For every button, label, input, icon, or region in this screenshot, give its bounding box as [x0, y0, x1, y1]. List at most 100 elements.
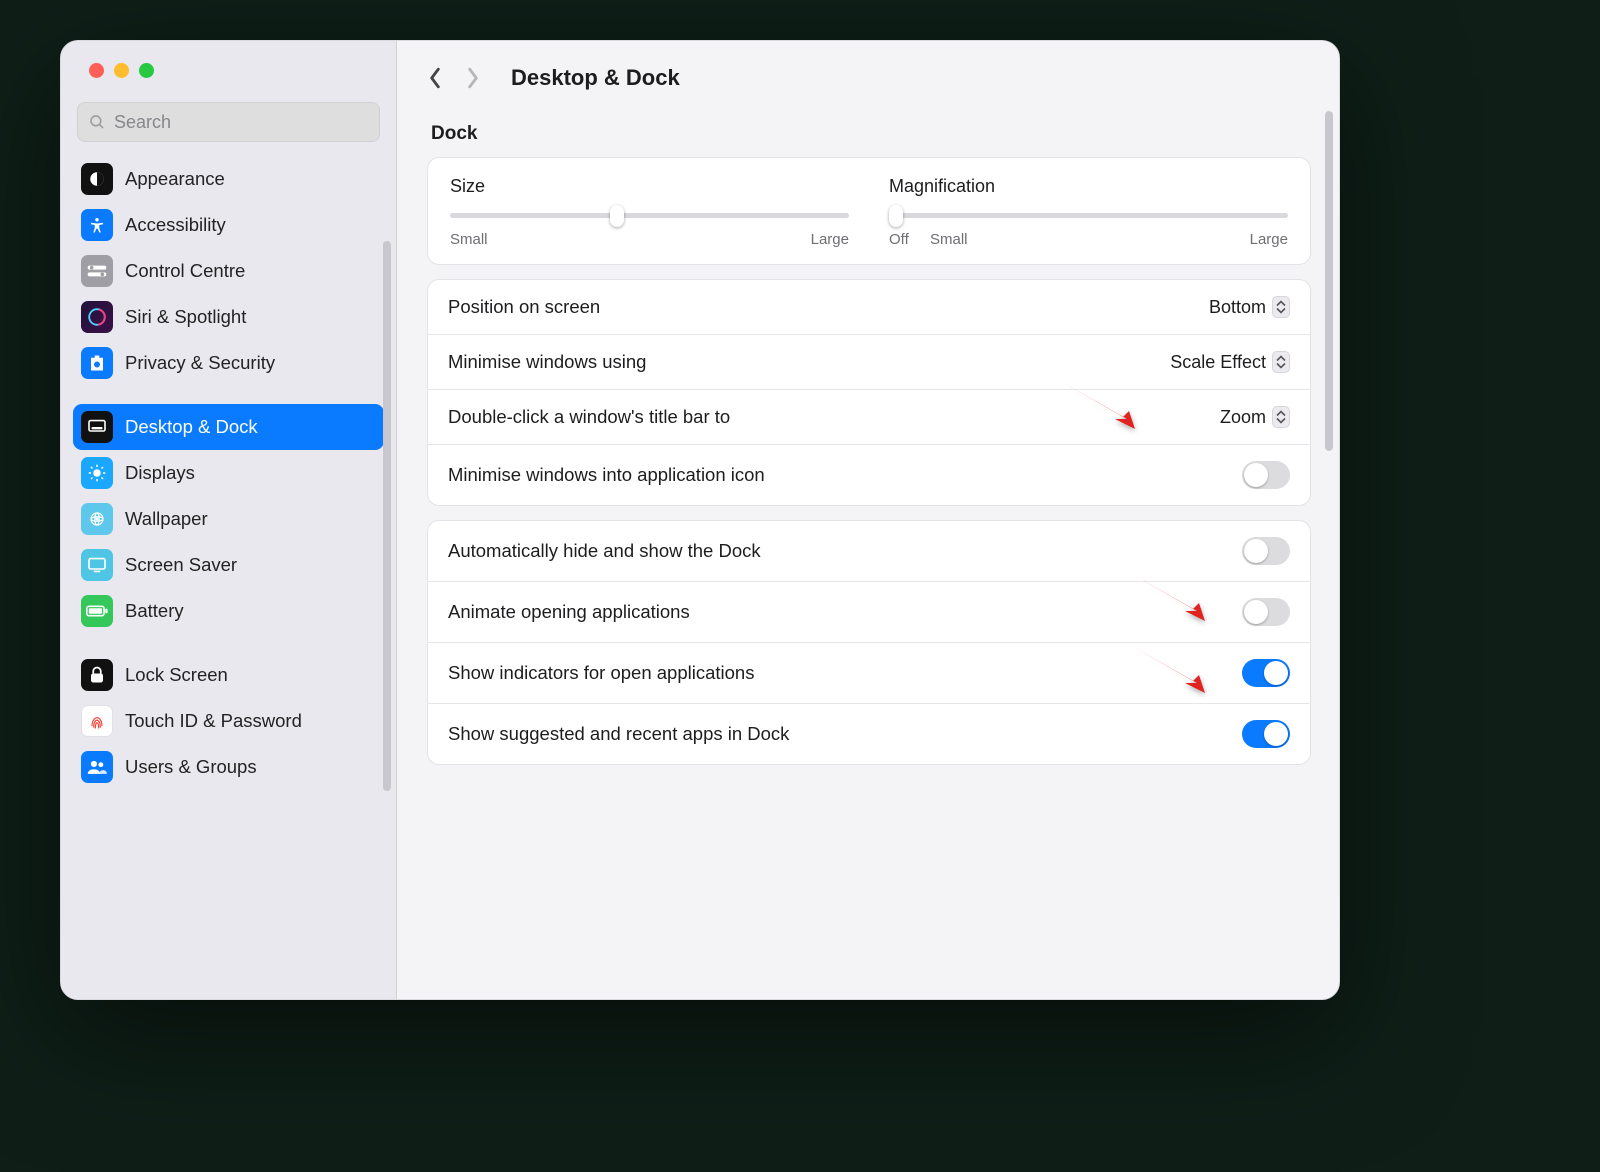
minimise-using-popup[interactable]: Scale Effect [1170, 351, 1290, 373]
magnification-slider-title: Magnification [889, 176, 1288, 197]
magnification-slider-group: Magnification Off Small Large [889, 176, 1288, 248]
sidebar-item-wallpaper[interactable]: Wallpaper [73, 496, 384, 542]
close-button[interactable] [89, 63, 104, 78]
row-show-recent: Show suggested and recent apps in Dock [428, 703, 1310, 764]
sidebar-item-displays[interactable]: Displays [73, 450, 384, 496]
nav-forward-button[interactable] [463, 68, 483, 88]
size-max-label: Large [811, 231, 849, 248]
row-label: Show suggested and recent apps in Dock [448, 723, 789, 745]
double-click-popup[interactable]: Zoom [1220, 406, 1290, 428]
battery-icon [81, 595, 113, 627]
row-show-indicators: Show indicators for open applications [428, 642, 1310, 703]
page-title: Desktop & Dock [511, 65, 680, 91]
sidebar-item-label: Desktop & Dock [125, 416, 258, 438]
position-popup[interactable]: Bottom [1209, 296, 1290, 318]
size-slider[interactable] [450, 203, 849, 227]
magnification-max-label: Large [1250, 231, 1288, 248]
sidebar-item-screen-saver[interactable]: Screen Saver [73, 542, 384, 588]
sidebar-nav: Appearance Accessibility Control Centre [61, 156, 396, 790]
sidebar-item-privacy-security[interactable]: Privacy & Security [73, 340, 384, 386]
main-header: Desktop & Dock [397, 41, 1339, 103]
sidebar-item-accessibility[interactable]: Accessibility [73, 202, 384, 248]
system-settings-window: Search Appearance Accessibility [60, 40, 1340, 1000]
users-groups-icon [81, 751, 113, 783]
search-placeholder: Search [114, 112, 171, 133]
sidebar-scrollbar[interactable] [383, 241, 391, 791]
sidebar-item-desktop-dock[interactable]: Desktop & Dock [73, 404, 384, 450]
updown-icon [1272, 296, 1290, 318]
animate-opening-switch[interactable] [1242, 598, 1290, 626]
sidebar: Search Appearance Accessibility [61, 41, 397, 999]
sidebar-item-label: Privacy & Security [125, 352, 275, 374]
row-label: Automatically hide and show the Dock [448, 540, 761, 562]
content-scrollbar[interactable] [1325, 111, 1333, 451]
row-label: Position on screen [448, 296, 600, 318]
content: Dock Size Small Large M [397, 103, 1339, 999]
row-position-on-screen: Position on screen Bottom [428, 280, 1310, 334]
sidebar-item-battery[interactable]: Battery [73, 588, 384, 634]
desktop-dock-icon [81, 411, 113, 443]
sidebar-item-label: Control Centre [125, 260, 245, 282]
sidebar-item-label: Screen Saver [125, 554, 237, 576]
popup-value: Bottom [1209, 297, 1266, 318]
sidebar-item-label: Lock Screen [125, 664, 228, 686]
sidebar-item-appearance[interactable]: Appearance [73, 156, 384, 202]
control-centre-icon [81, 255, 113, 287]
row-double-click: Double-click a window's title bar to Zoo… [428, 389, 1310, 444]
magnification-min-label: Small [930, 231, 968, 248]
row-label: Minimise windows using [448, 351, 646, 373]
auto-hide-switch[interactable] [1242, 537, 1290, 565]
sidebar-item-label: Appearance [125, 168, 225, 190]
sidebar-item-label: Displays [125, 462, 195, 484]
magnification-slider[interactable] [889, 203, 1288, 227]
privacy-icon [81, 347, 113, 379]
nav-back-button[interactable] [425, 68, 445, 88]
row-auto-hide: Automatically hide and show the Dock [428, 521, 1310, 581]
updown-icon [1272, 406, 1290, 428]
sidebar-item-label: Users & Groups [125, 756, 257, 778]
popup-value: Zoom [1220, 407, 1266, 428]
size-min-label: Small [450, 231, 488, 248]
search-field[interactable]: Search [77, 102, 380, 142]
show-recent-switch[interactable] [1242, 720, 1290, 748]
popup-value: Scale Effect [1170, 352, 1266, 373]
window-controls [61, 41, 396, 78]
sidebar-item-siri-spotlight[interactable]: Siri & Spotlight [73, 294, 384, 340]
sidebar-item-label: Touch ID & Password [125, 710, 302, 732]
screen-saver-icon [81, 549, 113, 581]
size-slider-group: Size Small Large [450, 176, 849, 248]
siri-icon [81, 301, 113, 333]
row-animate-opening: Animate opening applications [428, 581, 1310, 642]
row-minimise-using: Minimise windows using Scale Effect [428, 334, 1310, 389]
wallpaper-icon [81, 503, 113, 535]
search-icon [88, 113, 106, 131]
sidebar-item-label: Siri & Spotlight [125, 306, 246, 328]
displays-icon [81, 457, 113, 489]
magnification-off-label: Off [889, 231, 909, 248]
size-slider-title: Size [450, 176, 849, 197]
minimise-into-icon-switch[interactable] [1242, 461, 1290, 489]
appearance-icon [81, 163, 113, 195]
main-pane: Desktop & Dock Dock Size Small Large [397, 41, 1339, 999]
show-indicators-switch[interactable] [1242, 659, 1290, 687]
dock-options-b-card: Automatically hide and show the Dock Ani… [427, 520, 1311, 765]
minimize-button[interactable] [114, 63, 129, 78]
row-label: Double-click a window's title bar to [448, 406, 730, 428]
row-label: Show indicators for open applications [448, 662, 754, 684]
sidebar-item-lock-screen[interactable]: Lock Screen [73, 652, 384, 698]
lock-screen-icon [81, 659, 113, 691]
row-minimise-into-icon: Minimise windows into application icon [428, 444, 1310, 505]
zoom-button[interactable] [139, 63, 154, 78]
sidebar-item-control-centre[interactable]: Control Centre [73, 248, 384, 294]
updown-icon [1272, 351, 1290, 373]
dock-options-a-card: Position on screen Bottom Minimise windo… [427, 279, 1311, 506]
row-label: Minimise windows into application icon [448, 464, 765, 486]
sidebar-item-touch-id[interactable]: Touch ID & Password [73, 698, 384, 744]
accessibility-icon [81, 209, 113, 241]
dock-sliders-card: Size Small Large Magnification [427, 157, 1311, 265]
sidebar-item-label: Battery [125, 600, 184, 622]
row-label: Animate opening applications [448, 601, 690, 623]
sidebar-item-label: Accessibility [125, 214, 226, 236]
section-title-dock: Dock [431, 123, 1307, 145]
sidebar-item-users-groups[interactable]: Users & Groups [73, 744, 384, 790]
